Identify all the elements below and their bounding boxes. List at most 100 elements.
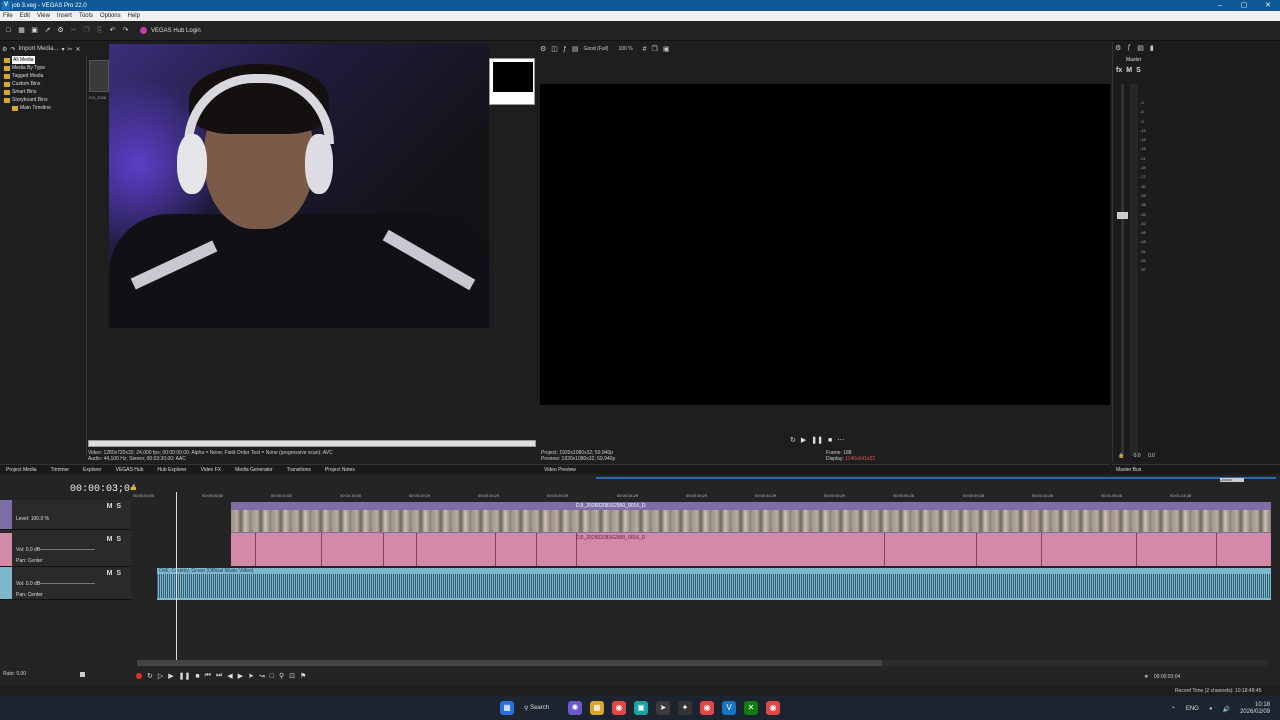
selection-tool-icon[interactable]: □ (270, 673, 274, 680)
grid-icon[interactable]: # (643, 46, 647, 53)
minimize-button[interactable]: – (1208, 0, 1232, 11)
record-button[interactable] (136, 673, 142, 679)
render-icon[interactable]: ↗ (43, 26, 52, 35)
track-header-video-1[interactable]: M S Level: 100.0 % (0, 500, 131, 530)
menu-options[interactable]: Options (100, 13, 121, 19)
video-preview-screen[interactable] (540, 84, 1110, 405)
pause-icon[interactable]: ❚❚ (811, 436, 823, 444)
track-2-vol-slider[interactable] (40, 549, 95, 550)
timeline-scrollbar[interactable] (137, 660, 1267, 666)
menu-tools[interactable]: Tools (79, 13, 93, 19)
stop-button[interactable]: ■ (195, 673, 199, 680)
tree-item-all-media[interactable]: All Media (4, 56, 86, 64)
master-mute-button[interactable]: M (1126, 67, 1132, 74)
tab-explorer[interactable]: Explorer (83, 467, 102, 473)
video-track-1-events[interactable] (231, 502, 1271, 533)
open-folder-icon[interactable]: ▦ (17, 26, 26, 35)
master-fader-knob[interactable] (1117, 212, 1128, 219)
teams-icon[interactable]: ▣ (634, 701, 648, 715)
preview-quality-select[interactable]: Good (Full) (583, 46, 608, 52)
normal-edit-tool-icon[interactable]: ➤ (248, 672, 254, 680)
save-icon[interactable]: ▣ (30, 26, 39, 35)
tab-vegas-hub[interactable]: VEGAS Hub (116, 467, 144, 473)
track-3-vol-slider[interactable] (40, 583, 95, 584)
track-3-solo[interactable]: S (116, 570, 121, 577)
play-from-start-icon[interactable]: ▷ (158, 672, 163, 680)
tab-video-preview[interactable]: Video Preview (544, 467, 576, 473)
menu-help[interactable]: Help (128, 13, 140, 19)
pause-button[interactable]: ❚❚ (179, 672, 191, 680)
undo-icon[interactable]: ↶ (108, 26, 117, 35)
new-file-icon[interactable]: □ (4, 26, 13, 35)
playhead-cursor[interactable] (176, 492, 177, 660)
copilot-icon[interactable]: ✺ (568, 701, 582, 715)
tab-project-notes[interactable]: Project Notes (325, 467, 355, 473)
master-fader-track[interactable] (1121, 84, 1124, 456)
tab-media-generator[interactable]: Media Generator (235, 467, 273, 473)
mixer-fx-icon[interactable]: ƒ (1127, 44, 1131, 52)
tree-item-smart-bins[interactable]: Smart Bins (4, 88, 86, 96)
prev-frame-icon[interactable]: ◀ (227, 672, 232, 680)
split-screen-icon[interactable]: ◫ (551, 45, 558, 53)
tree-item-storyboard-bins[interactable]: Storyboard Bins (4, 96, 86, 104)
tab-transitions[interactable]: Transitions (287, 467, 311, 473)
go-to-start-icon[interactable]: ⏮ (205, 672, 211, 680)
media-cut-icon[interactable]: ✂ (67, 46, 72, 53)
tree-item-media-by-type[interactable]: Media By Type (4, 64, 86, 72)
start-menu-icon[interactable]: ▦ (500, 701, 514, 715)
steam-icon[interactable]: ➤ (656, 701, 670, 715)
timeline-ruler[interactable]: 00:00:00;00 00:00:05;00 00:00:10;00 00:0… (131, 490, 1271, 502)
master-solo-button[interactable]: S (1136, 67, 1141, 74)
media-scrollbar[interactable] (88, 440, 536, 447)
file-explorer-icon[interactable]: ▦ (590, 701, 604, 715)
panel-divider[interactable] (86, 56, 87, 456)
media-gear-icon[interactable]: ⚙ (2, 46, 7, 53)
menu-edit[interactable]: Edit (20, 13, 30, 19)
marker-insert-icon[interactable]: ⚑ (300, 672, 306, 680)
video-fx-icon[interactable]: ƒ (563, 46, 567, 53)
overlay-icon[interactable]: ▤ (572, 45, 579, 53)
clock[interactable]: 10:18 2026/02/09 (1240, 702, 1270, 716)
master-fx-button[interactable]: fx (1116, 67, 1122, 74)
next-frame-icon[interactable]: ▶ (238, 672, 243, 680)
audio-track-event[interactable]: OvE, Country, Grave (Official Music Vide… (157, 568, 1271, 600)
track-header-video-2[interactable]: M S Vol: 0.0 dB Pan: Center (0, 533, 131, 567)
mixer-settings-icon[interactable]: ⚙ (1115, 44, 1121, 52)
volume-icon[interactable]: 🔊 (1222, 706, 1229, 713)
import-media-button[interactable]: Import Media... (18, 46, 58, 52)
tree-item-main-timeline[interactable]: Main Timeline (4, 104, 86, 112)
chrome-icon[interactable]: ◉ (612, 701, 626, 715)
track-header-audio[interactable]: M S Vol: 0.0 dB Pan: Center (0, 567, 131, 600)
xbox-icon[interactable]: ✕ (744, 701, 758, 715)
lock-icon[interactable]: 🔒 (1118, 453, 1124, 459)
tree-item-tagged-media[interactable]: Tagged Media (4, 72, 86, 80)
tray-chevron-icon[interactable]: ⌃ (1171, 706, 1176, 713)
mixer-meter-icon[interactable]: ▮ (1150, 44, 1154, 52)
media-thumbnail[interactable] (89, 60, 109, 92)
import-dropdown-icon[interactable]: ▾ (61, 46, 64, 53)
settings-gear-icon[interactable]: ⚙ (56, 26, 65, 35)
copy-snapshot-icon[interactable]: ❐ (652, 45, 658, 53)
menu-insert[interactable]: Insert (57, 13, 72, 19)
play-button[interactable]: ▶ (168, 672, 173, 680)
loop-playback-icon[interactable]: ↻ (147, 672, 153, 680)
track-3-mute[interactable]: M (107, 570, 113, 577)
rate-slider-knob[interactable] (80, 672, 85, 677)
vegas-taskbar-icon[interactable]: V (722, 701, 736, 715)
tree-item-custom-bins[interactable]: Custom Bins (4, 80, 86, 88)
timeline-loop-region[interactable] (596, 477, 1276, 479)
paste-icon[interactable]: ⎘ (95, 26, 104, 35)
video-track-2-events[interactable] (231, 533, 1271, 566)
copy-icon[interactable]: ❐ (82, 26, 91, 35)
preview-settings-icon[interactable]: ⚙ (540, 45, 546, 53)
media-delete-icon[interactable]: ✕ (75, 46, 80, 53)
track-1-mute[interactable]: M (107, 503, 113, 510)
tab-master-bus[interactable]: Master Bus (1116, 467, 1141, 473)
stop-icon[interactable]: ■ (828, 437, 832, 444)
play-icon[interactable]: ▶ (801, 436, 806, 444)
save-snapshot-icon[interactable]: ▣ (663, 45, 670, 53)
mixer-insert-icon[interactable]: ▤ (1137, 44, 1144, 52)
language-indicator[interactable]: ENG (1186, 706, 1199, 712)
app-icon[interactable]: ✦ (678, 701, 692, 715)
browser-icon[interactable]: ◉ (700, 701, 714, 715)
